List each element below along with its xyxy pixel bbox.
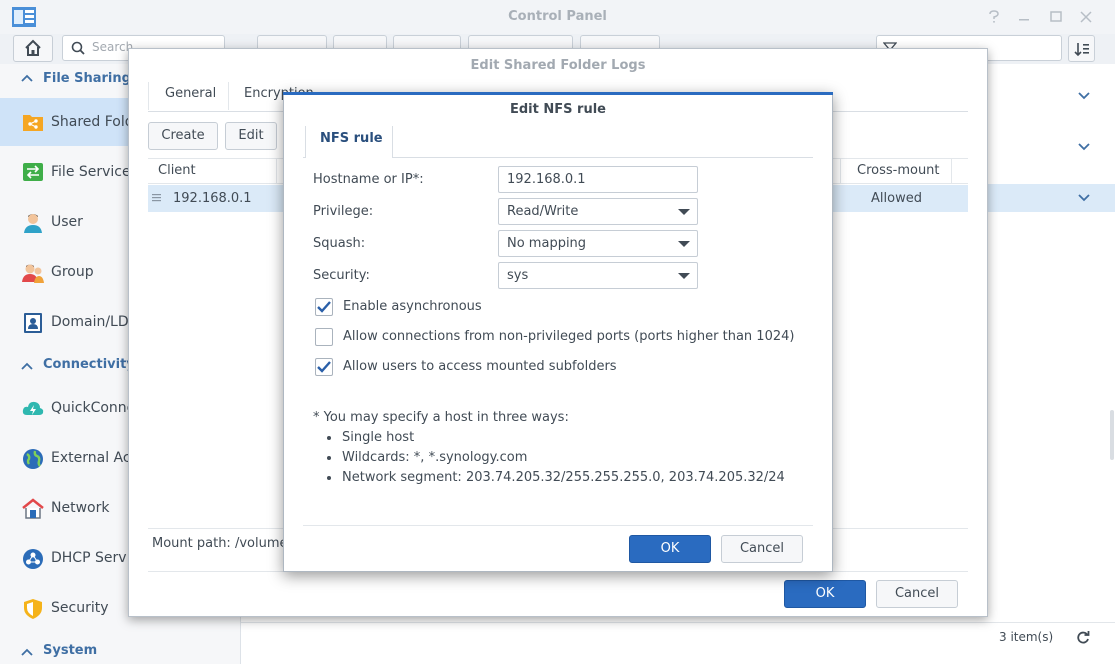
mounted-subfolders-checkbox[interactable] — [315, 358, 333, 376]
bullet — [327, 436, 331, 440]
search-icon — [71, 41, 85, 55]
hostname-label: Hostname or IP*: — [313, 172, 424, 187]
sidebar-item-label[interactable]: External Ac — [51, 450, 131, 466]
section-system[interactable]: System — [43, 643, 97, 663]
non-privileged-ports-label[interactable]: Allow connections from non-privileged po… — [343, 329, 794, 344]
bullet — [327, 476, 331, 480]
ok-button[interactable]: OK — [784, 580, 866, 608]
minimize-icon[interactable] — [1018, 10, 1030, 24]
group-icon — [22, 264, 44, 283]
user-icon — [24, 214, 42, 233]
checkmark-icon — [317, 361, 331, 373]
scrollbar[interactable] — [1110, 410, 1114, 460]
file-services-icon — [23, 163, 43, 181]
squash-label: Squash: — [313, 236, 366, 251]
chevron-down-icon[interactable] — [1077, 142, 1091, 152]
maximize-icon[interactable] — [1050, 10, 1062, 24]
shared-folder-icon — [23, 115, 43, 131]
refresh-icon[interactable] — [1076, 631, 1090, 645]
sidebar-item-label[interactable]: User — [51, 214, 83, 230]
column-divider[interactable] — [951, 158, 952, 184]
dropdown-arrow-icon[interactable] — [678, 273, 690, 280]
cancel-button[interactable]: Cancel — [876, 580, 958, 608]
security-value: sys — [507, 268, 529, 283]
chevron-down-icon[interactable] — [1077, 193, 1091, 203]
column-divider[interactable] — [276, 158, 277, 184]
dropdown-arrow-icon[interactable] — [678, 209, 690, 216]
nfs-cancel-button[interactable]: Cancel — [721, 535, 803, 563]
dhcp-icon — [23, 549, 43, 569]
tab-divider — [228, 82, 229, 110]
security-icon — [24, 599, 42, 619]
dropdown-arrow-icon[interactable] — [678, 241, 690, 248]
enable-async-label[interactable]: Enable asynchronous — [343, 299, 482, 314]
hostname-value: 192.168.0.1 — [507, 172, 586, 187]
drag-handle-icon[interactable] — [152, 193, 161, 202]
tab-general[interactable]: General — [165, 86, 216, 101]
bullet — [327, 456, 331, 460]
sidebar-item-label[interactable]: File Service — [51, 164, 131, 180]
non-privileged-ports-checkbox[interactable] — [315, 328, 333, 346]
dialog-title: Edit Shared Folder Logs — [470, 58, 646, 73]
edit-button[interactable]: Edit — [225, 122, 277, 150]
close-icon[interactable] — [1080, 10, 1092, 24]
sort-icon — [1074, 43, 1089, 57]
sidebar-item-label[interactable]: QuickConne — [51, 400, 135, 416]
home-icon — [25, 39, 41, 56]
tab-divider — [148, 82, 149, 110]
host-format-note: * You may specify a host in three ways: — [313, 410, 569, 425]
privilege-value: Read/Write — [507, 204, 579, 219]
chevron-up-icon[interactable] — [20, 73, 34, 83]
sidebar-item-label[interactable]: Network — [51, 500, 109, 516]
dialog-title: Edit NFS rule — [510, 102, 606, 117]
section-connectivity[interactable]: Connectivity — [43, 357, 135, 377]
tab-label: NFS rule — [320, 131, 383, 146]
items-count: 3 item(s) — [999, 630, 1054, 644]
chevron-down-icon[interactable] — [1077, 91, 1091, 101]
column-header-cross-mount[interactable]: Cross-mount — [857, 163, 940, 178]
sort-button[interactable] — [1068, 35, 1095, 62]
security-label: Security: — [313, 268, 370, 283]
mounted-subfolders-label[interactable]: Allow users to access mounted subfolders — [343, 359, 617, 374]
note-item: Wildcards: *, *.synology.com — [342, 450, 528, 465]
checkmark-icon — [317, 301, 331, 313]
chevron-up-icon[interactable] — [20, 361, 34, 371]
create-button[interactable]: Create — [148, 122, 218, 150]
window-title: Control Panel — [508, 9, 607, 24]
cell-cross-mount: Allowed — [871, 191, 922, 206]
cell-client: 192.168.0.1 — [173, 191, 252, 206]
quickconnect-icon — [22, 401, 44, 415]
status-bar — [241, 622, 1115, 652]
network-icon — [22, 498, 44, 519]
home-button[interactable] — [13, 35, 53, 62]
squash-value: No mapping — [507, 236, 587, 251]
sidebar-item-label[interactable]: DHCP Serv — [51, 550, 127, 566]
section-file-sharing[interactable]: File Sharing — [43, 71, 131, 91]
sidebar-item-label: Shared Fold — [51, 114, 134, 130]
chevron-up-icon[interactable] — [20, 647, 34, 657]
sidebar-item-label[interactable]: Domain/LD — [51, 314, 129, 330]
note-item: Single host — [342, 430, 415, 445]
dialog-accent-bar — [283, 92, 833, 95]
sidebar-item-label[interactable]: Security — [51, 600, 109, 616]
mount-path: Mount path: /volume1 — [152, 536, 296, 551]
help-icon[interactable] — [988, 10, 1000, 24]
column-header-client[interactable]: Client — [158, 163, 196, 178]
external-access-icon — [23, 449, 43, 469]
enable-async-checkbox[interactable] — [315, 298, 333, 316]
sidebar-item-label[interactable]: Group — [51, 264, 94, 280]
nfs-ok-button[interactable]: OK — [629, 535, 711, 563]
column-divider[interactable] — [840, 158, 841, 184]
divider — [303, 525, 813, 526]
note-item: Network segment: 203.74.205.32/255.255.2… — [342, 470, 785, 485]
domain-icon — [24, 313, 42, 333]
privilege-label: Privilege: — [313, 204, 374, 219]
